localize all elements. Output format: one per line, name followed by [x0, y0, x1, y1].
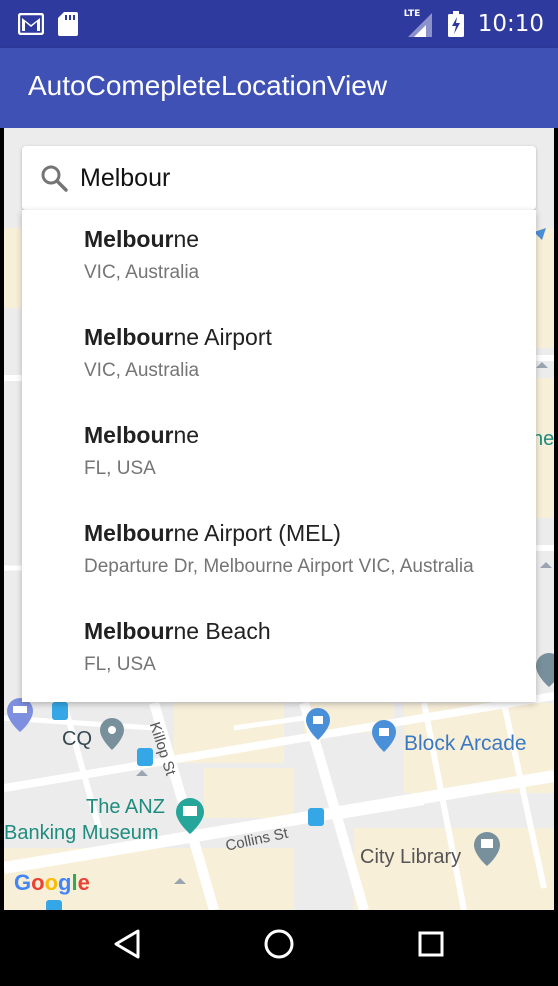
battery-charging-icon	[447, 11, 464, 37]
suggestion-title: Melbourne Airport (MEL)	[84, 520, 341, 547]
map-label-city-library: City Library	[360, 846, 462, 868]
map-label-cq: CQ	[62, 728, 92, 750]
sd-card-icon	[58, 12, 78, 36]
status-notifications	[18, 10, 78, 38]
back-icon[interactable]	[112, 928, 142, 960]
suggestion-title: Melbourne	[84, 422, 199, 449]
gmail-icon	[18, 13, 44, 35]
suggestion-match: Melbour	[84, 520, 174, 546]
suggestion-subtitle: Departure Dr, Melbourne Airport VIC, Aus…	[84, 556, 474, 577]
home-icon[interactable]	[263, 928, 295, 960]
search-box[interactable]	[22, 146, 536, 210]
suggestion-item[interactable]: Melbourne VIC, Australia	[84, 210, 534, 308]
suggestion-subtitle: FL, USA	[84, 654, 156, 675]
suggestion-item[interactable]: Melbourne Airport (MEL) Departure Dr, Me…	[84, 504, 534, 602]
clock: 10:10	[477, 11, 544, 37]
suggestion-match: Melbour	[84, 324, 174, 350]
suggestion-item[interactable]: Melbourne FL, USA	[84, 406, 534, 504]
suggestion-rest: ne Airport	[173, 324, 272, 350]
google-logo: Google	[14, 870, 90, 895]
map-view[interactable]: CQ Killop St Block Arcade The ANZ Bankin…	[4, 128, 554, 910]
suggestion-match: Melbour	[84, 226, 174, 252]
suggestion-subtitle: VIC, Australia	[84, 262, 200, 283]
suggestion-match: Melbour	[84, 618, 174, 644]
suggestion-item[interactable]: Melbourne Beach FL, USA	[84, 602, 534, 700]
map-label-anz-line1: The ANZ	[86, 796, 165, 818]
suggestion-title: Melbourne Beach	[84, 618, 271, 645]
map-label-anz-line2: Banking Museum	[4, 822, 159, 844]
suggestion-subtitle: VIC, Australia	[84, 360, 200, 381]
app-title: AutoComepleteLocationView	[28, 70, 388, 101]
suggestion-match: Melbour	[84, 422, 174, 448]
navigation-bar	[0, 910, 558, 986]
map-label-block-arcade: Block Arcade	[404, 732, 527, 755]
main-content: CQ Killop St Block Arcade The ANZ Bankin…	[4, 128, 554, 910]
suggestion-rest: ne Airport (MEL)	[173, 520, 341, 546]
suggestion-rest: ne	[173, 422, 200, 448]
status-bar: LTE 10:10	[0, 0, 558, 48]
suggestion-title: Melbourne Airport	[84, 324, 272, 351]
suggestion-subtitle: FL, USA	[84, 458, 156, 479]
search-icon	[41, 165, 68, 192]
signal-icon: LTE	[404, 9, 434, 37]
suggestion-rest: ne Beach	[173, 618, 271, 644]
suggestions-dropdown: Melbourne VIC, Australia Melbourne Airpo…	[22, 210, 536, 702]
suggestion-rest: ne	[173, 226, 200, 252]
search-input[interactable]	[80, 158, 510, 198]
suggestion-title: Melbourne	[84, 226, 199, 253]
status-system: LTE 10:10	[404, 9, 544, 38]
suggestion-item[interactable]: Melbourne Airport VIC, Australia	[84, 308, 534, 406]
app-bar: AutoComepleteLocationView	[0, 48, 558, 128]
recents-icon[interactable]	[418, 931, 444, 957]
